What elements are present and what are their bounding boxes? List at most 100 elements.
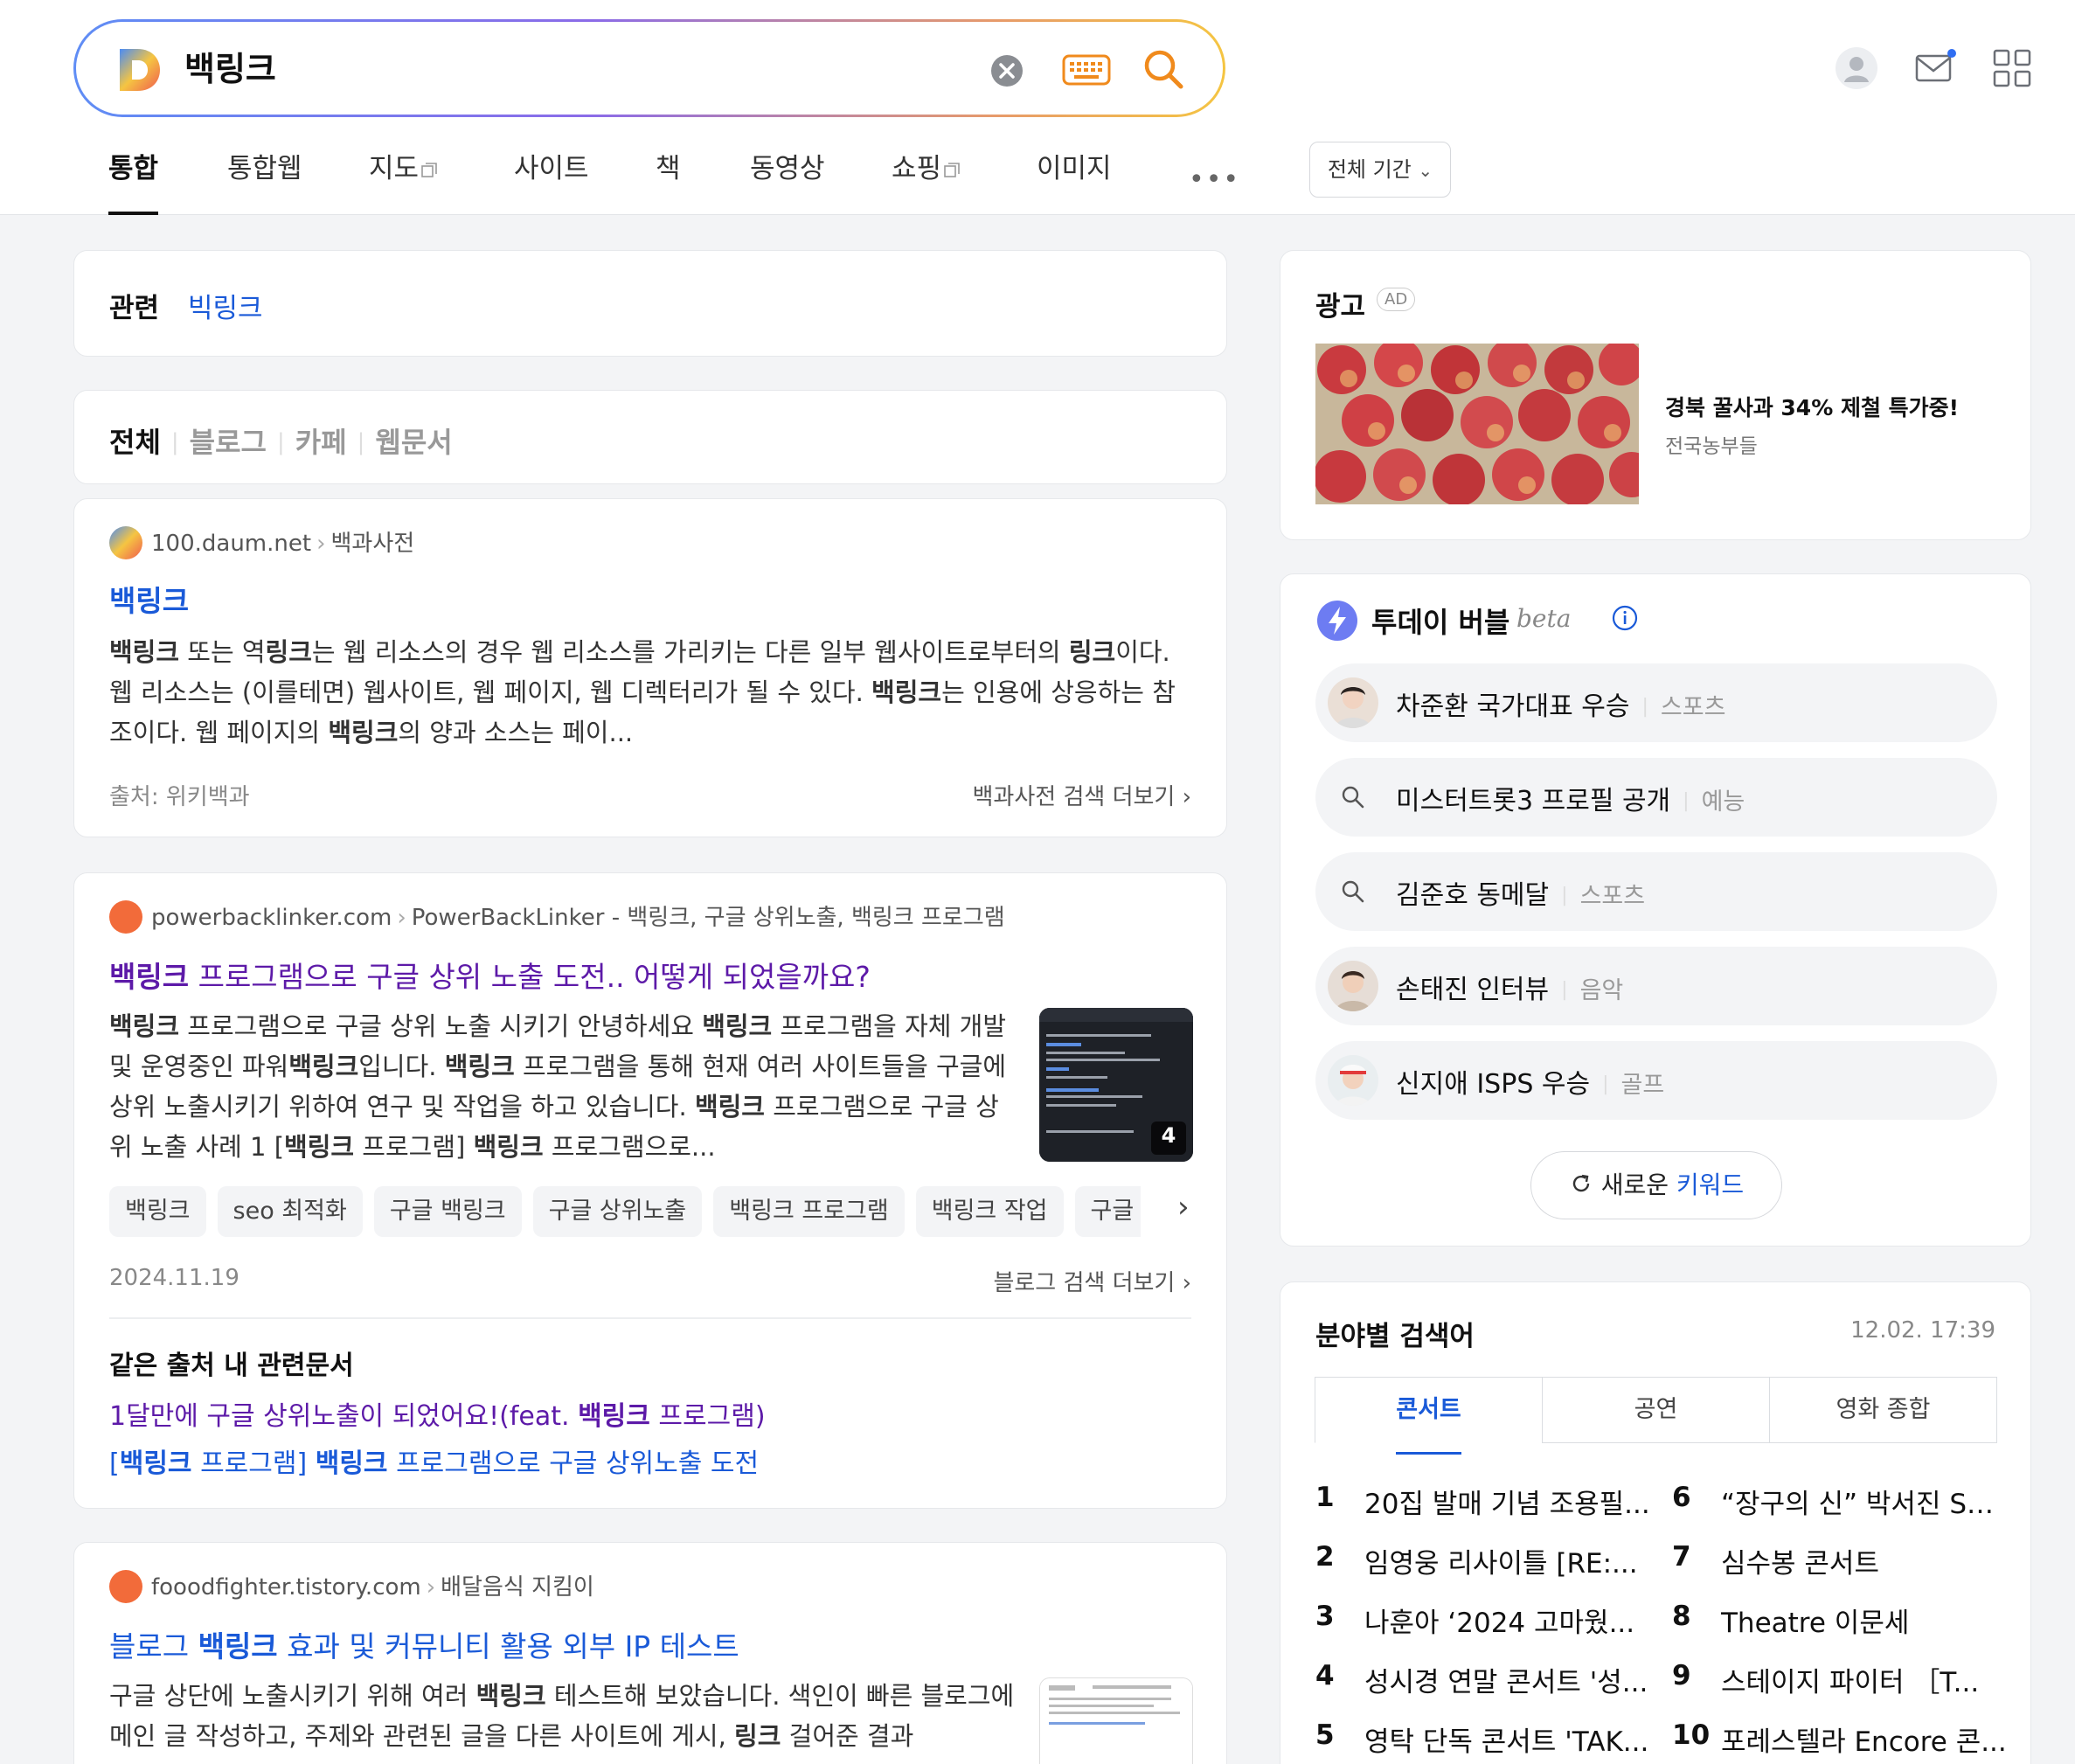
tab-map[interactable]: 지도 <box>369 149 438 215</box>
tab-integrated-web[interactable]: 통합웹 <box>227 149 302 215</box>
chevron-right-icon: › <box>426 1574 436 1601</box>
result-title-link[interactable]: 백링크 프로그램으로 구글 상위 노출 도전.. 어떻게 되었을까요? <box>109 954 871 996</box>
site-favicon-icon <box>109 1569 142 1603</box>
mail-icon[interactable] <box>1912 45 1958 91</box>
bubble-category: 골프 <box>1590 1072 1665 1099</box>
same-source-link[interactable]: [백링크 프로그램] 백링크 프로그램으로 구글 상위노출 도전 <box>109 1441 759 1480</box>
result-thumbnail[interactable]: 4 <box>1039 1008 1193 1162</box>
tab-performance[interactable]: 공연 <box>1542 1377 1770 1443</box>
result-source[interactable]: 100.daum.net › 백과사전 <box>109 525 414 561</box>
daum-favicon-icon <box>109 525 142 559</box>
more-blog-link[interactable]: 블로그 검색 더보기 › <box>993 1265 1191 1297</box>
keyword-chip[interactable]: 백링크 <box>109 1186 206 1237</box>
keyboard-icon[interactable] <box>1062 52 1111 87</box>
rank-item[interactable]: 1 20집 발매 기념 조용필... <box>1315 1482 1650 1521</box>
rank-item[interactable]: 2 임영웅 리사이틀 [RE:... <box>1315 1541 1638 1580</box>
tab-book[interactable]: 책 <box>656 149 681 215</box>
avatar <box>1328 677 1378 728</box>
tab-label: 통합웹 <box>227 153 302 184</box>
rank-item[interactable]: 10 포레스텔라 Encore 콘... <box>1672 1719 2007 1759</box>
related-card: 관련 빅링크 <box>73 250 1227 357</box>
bubble-category: 음악 <box>1549 977 1624 1004</box>
result-breadcrumb: 배달음식 지킴이 <box>441 1574 594 1601</box>
avatar <box>1328 961 1378 1011</box>
tab-label: 책 <box>656 153 681 184</box>
result-source-domain: powerbacklinker.com <box>151 905 392 931</box>
external-window-icon <box>944 162 960 177</box>
tab-label: 이미지 <box>1037 153 1112 184</box>
keyword-chip[interactable]: 구글 백링크 <box>373 1186 522 1237</box>
tab-shopping[interactable]: 쇼핑 <box>892 149 961 215</box>
refresh-keywords-button[interactable]: 새로운 키워드 <box>1530 1151 1782 1219</box>
same-source-link[interactable]: 1달만에 구글 상위노출이 되었어요!(feat. 백링크 프로그램) <box>109 1394 766 1433</box>
beta-label: beta <box>1516 604 1572 633</box>
keyword-chip[interactable]: 백링크 작업 <box>915 1186 1064 1237</box>
refresh-icon <box>1572 1174 1590 1192</box>
chips-next-button[interactable]: › <box>1177 1190 1190 1225</box>
result-title-link[interactable]: 블로그 백링크 효과 및 커뮤니티 활용 외부 IP 테스트 <box>109 1623 739 1665</box>
info-icon[interactable] <box>1611 604 1639 632</box>
rank-item[interactable]: 9 스테이지 파이터 ［T... <box>1672 1660 1979 1699</box>
result-source[interactable]: powerbacklinker.com › PowerBackLinker - 백링… <box>109 899 1005 935</box>
ad-headline[interactable]: 경북 꿀사과 34% 제철 특가중! <box>1665 391 1959 422</box>
tab-site[interactable]: 사이트 <box>514 149 589 215</box>
rank-item[interactable]: 7 심수봉 콘서트 <box>1672 1541 1879 1580</box>
more-encyclopedia-link[interactable]: 백과사전 검색 더보기 › <box>973 779 1191 811</box>
chevron-right-icon: › <box>397 905 406 931</box>
bubble-keyword-item[interactable]: 미스터트롯3 프로필 공개예능 <box>1315 758 1997 837</box>
refresh-label-accent: 키워드 <box>1676 1170 1745 1199</box>
rank-item[interactable]: 6 “장구의 신” 박서진 Sh... <box>1672 1482 2009 1521</box>
keyword-chip[interactable]: 구글 상위노출 <box>532 1186 703 1237</box>
period-filter-dropdown[interactable]: 전체 기간 ⌄ <box>1309 142 1451 198</box>
bubble-keyword-item[interactable]: 차준환 국가대표 우승스포츠 <box>1315 663 1997 742</box>
apps-grid-icon[interactable] <box>1989 45 2035 91</box>
result-filter: 전체 | 블로그 | 카페 | 웹문서 <box>109 420 453 461</box>
filter-all[interactable]: 전체 <box>109 420 161 461</box>
bubble-category: 스포츠 <box>1549 883 1646 910</box>
tab-concert[interactable]: 콘서트 <box>1315 1377 1543 1455</box>
result-snippet: 백링크 프로그램으로 구글 상위 노출 시키기 안녕하세요 백링크 프로그램을 … <box>109 1011 1007 1162</box>
filter-web[interactable]: 웹문서 <box>375 420 452 461</box>
chevron-down-icon: ⌄ <box>1418 160 1433 181</box>
result-date: 2024.11.19 <box>109 1265 239 1291</box>
search-icon <box>1342 880 1364 903</box>
account-icon[interactable] <box>1834 45 1879 91</box>
result-source-domain: 100.daum.net <box>151 531 312 557</box>
bubble-keyword-item[interactable]: 손태진 인터뷰음악 <box>1315 947 1997 1025</box>
keyword-chip[interactable]: seo 최적화 <box>217 1186 363 1237</box>
filter-cafe[interactable]: 카페 <box>295 420 347 461</box>
today-bubble-card: 투데이 버블 beta 차준환 국가대표 우승스포츠 미스터트롯3 프로필 공개… <box>1280 573 2031 1247</box>
rank-item[interactable]: 4 성시경 연말 콘서트 '성... <box>1315 1660 1648 1699</box>
tab-integrated[interactable]: 통합 <box>108 149 159 215</box>
result-source[interactable]: fooodfighter.tistory.com › 배달음식 지킴이 <box>109 1569 594 1605</box>
result-source-domain: fooodfighter.tistory.com <box>151 1574 421 1601</box>
related-title: 관련 <box>109 293 160 324</box>
bubble-keyword: 김준호 동메달스포츠 <box>1396 873 1645 912</box>
keyword-chip[interactable]: 백링크 프로그램 <box>713 1186 905 1237</box>
search-box[interactable]: 백링크 <box>73 19 1225 117</box>
clear-icon[interactable] <box>990 54 1024 87</box>
bolt-icon <box>1317 601 1357 641</box>
related-keyword-link[interactable]: 빅링크 <box>188 286 263 325</box>
daum-logo-icon[interactable] <box>115 45 163 94</box>
rank-item[interactable]: 8 Theatre 이문세 <box>1672 1601 1909 1640</box>
search-box-inner[interactable]: 백링크 <box>76 22 1223 115</box>
keyword-chip[interactable]: 구글 상위 <box>1074 1186 1141 1237</box>
tab-movie[interactable]: 영화 종합 <box>1769 1377 1997 1443</box>
ad-title: 광고 <box>1315 291 1366 323</box>
ad-image[interactable] <box>1315 344 1639 504</box>
search-icon[interactable] <box>1142 48 1184 90</box>
result-thumbnail[interactable] <box>1039 1677 1193 1764</box>
tab-video[interactable]: 동영상 <box>750 149 825 215</box>
bubble-keyword-item[interactable]: 신지애 ISPS 우승골프 <box>1315 1041 1997 1120</box>
filter-blog[interactable]: 블로그 <box>190 420 267 461</box>
search-query[interactable]: 백링크 <box>184 45 276 94</box>
rank-item[interactable]: 5 영탁 단독 콘서트 'TAK... <box>1315 1719 1648 1759</box>
result-title-link[interactable]: 백링크 <box>109 578 189 620</box>
rank-item[interactable]: 3 나훈아 ‘2024 고마웠... <box>1315 1601 1634 1640</box>
tab-image[interactable]: 이미지 <box>1037 149 1112 215</box>
result-breadcrumb: 백과사전 <box>330 531 415 557</box>
more-tabs-button[interactable]: ••• <box>1189 164 1240 195</box>
today-bubble-title: 투데이 버블 <box>1371 606 1510 639</box>
bubble-keyword-item[interactable]: 김준호 동메달스포츠 <box>1315 852 1997 931</box>
